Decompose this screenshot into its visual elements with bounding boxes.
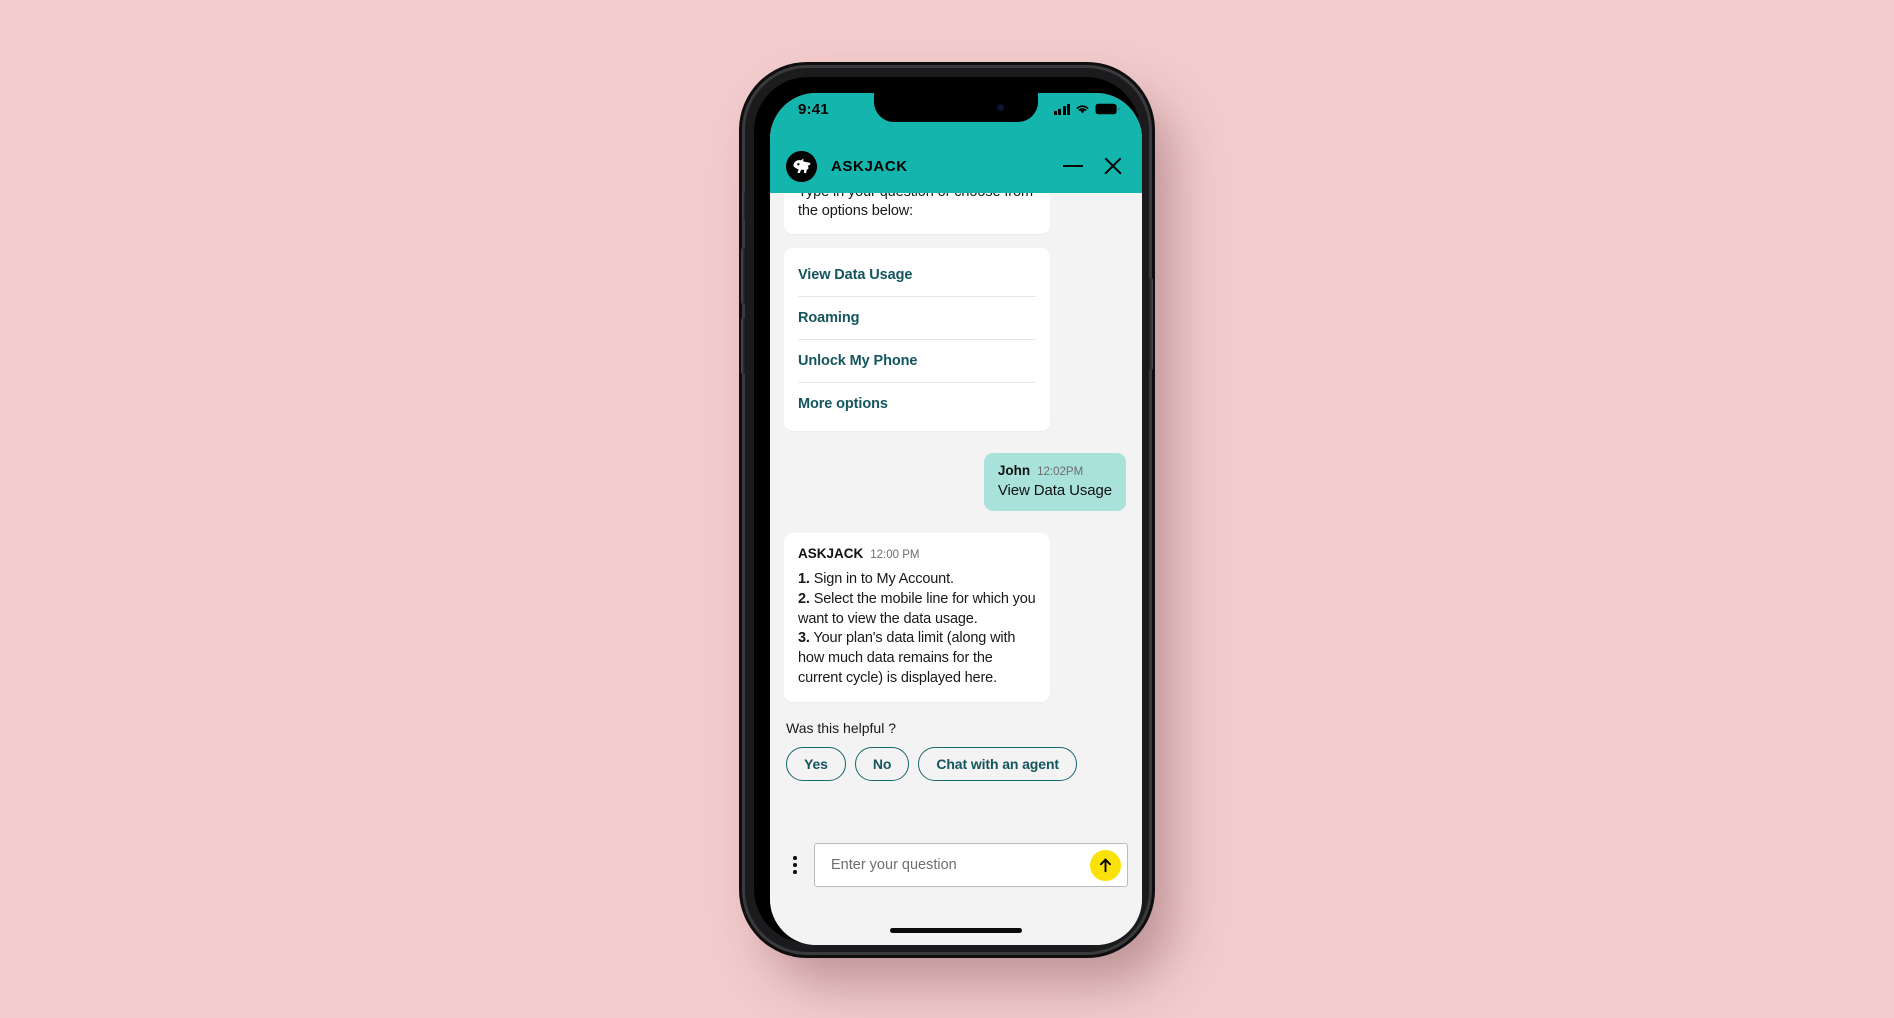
chat-with-agent-button[interactable]: Chat with an agent bbox=[918, 746, 1077, 781]
step-3-number: 3. bbox=[798, 630, 810, 647]
minimize-icon[interactable] bbox=[1060, 153, 1086, 179]
signal-bars-icon bbox=[1053, 103, 1070, 115]
chat-title: ASKJACK bbox=[831, 157, 908, 175]
bot-intro-text: Type in your question or choose from the… bbox=[798, 193, 1033, 220]
step-3-text: Your plan's data limit (along with how m… bbox=[798, 630, 1016, 686]
option-unlock-my-phone[interactable]: Unlock My Phone bbox=[798, 340, 1036, 384]
step-2-number: 2. bbox=[798, 590, 810, 607]
battery-icon bbox=[1095, 103, 1120, 115]
volume-up-button[interactable] bbox=[741, 248, 746, 304]
feedback-button-group: Yes No Chat with an agent bbox=[784, 746, 1128, 781]
front-camera-icon bbox=[997, 104, 1004, 111]
wifi-icon bbox=[1076, 105, 1089, 114]
mute-switch-button[interactable] bbox=[742, 192, 746, 220]
user-message-time: 12:02PM bbox=[1037, 466, 1084, 479]
send-button[interactable] bbox=[1090, 849, 1121, 881]
close-icon[interactable] bbox=[1100, 153, 1126, 179]
question-input-wrapper[interactable] bbox=[814, 843, 1128, 887]
feedback-no-button[interactable]: No bbox=[854, 746, 910, 781]
vertical-dots-icon[interactable] bbox=[784, 849, 806, 881]
bot-answer-steps: 1. Sign in to My Account. 2. Select the … bbox=[798, 570, 1036, 688]
user-message-author: John bbox=[997, 463, 1031, 479]
volume-down-button[interactable] bbox=[741, 318, 746, 374]
phone-device-frame: 9:41 ASKJACK the options below: View Dat… bbox=[741, 68, 1153, 952]
feedback-yes-button[interactable]: Yes bbox=[786, 746, 846, 781]
home-indicator bbox=[890, 928, 1022, 933]
step-1-text: Sign in to My Account. bbox=[813, 571, 954, 588]
step-2-text: Select the mobile line for which you wan… bbox=[798, 590, 1036, 627]
user-message-bubble: John 12:02PM View Data Usage bbox=[983, 453, 1126, 512]
quick-options-card: View Data Usage Roaming Unlock My Phone … bbox=[784, 248, 1050, 432]
phone-bezel: 9:41 ASKJACK the options below: View Dat… bbox=[754, 77, 1142, 945]
bot-answer-bubble: ASKJACK 12:00 PM 1. Sign in to My Accoun… bbox=[784, 533, 1050, 702]
askjack-dog-logo-icon bbox=[786, 150, 817, 182]
bot-message-author: ASKJACK bbox=[798, 546, 864, 562]
user-message-row: John 12:02PM View Data Usage bbox=[784, 453, 1128, 512]
status-bar-time: 9:41 bbox=[798, 101, 829, 118]
user-message-text: View Data Usage bbox=[997, 482, 1112, 500]
option-more-options[interactable]: More options bbox=[798, 383, 1036, 425]
message-composer bbox=[770, 827, 1142, 945]
user-message-meta: John 12:02PM bbox=[998, 463, 1112, 478]
option-roaming[interactable]: Roaming bbox=[798, 297, 1036, 341]
option-view-data-usage[interactable]: View Data Usage bbox=[798, 254, 1036, 298]
question-input[interactable] bbox=[829, 856, 1090, 874]
chat-header: ASKJACK bbox=[770, 139, 1142, 193]
conversation-scroll-area[interactable]: Type in your question or choose from the… bbox=[770, 193, 1142, 827]
bot-message-time: 12:00 PM bbox=[870, 549, 920, 562]
bot-message-meta: ASKJACK 12:00 PM bbox=[798, 546, 1036, 561]
phone-screen: 9:41 ASKJACK the options below: View Dat… bbox=[770, 93, 1142, 945]
phone-notch bbox=[874, 93, 1038, 122]
step-1-number: 1. bbox=[798, 571, 810, 588]
status-bar-icons bbox=[1053, 103, 1121, 115]
composer-row bbox=[784, 843, 1128, 887]
arrow-up-icon bbox=[1099, 858, 1112, 872]
bot-intro-bubble: Type in your question or choose from the… bbox=[784, 193, 1050, 235]
feedback-prompt: Was this helpful ? bbox=[786, 719, 896, 736]
power-button[interactable] bbox=[1148, 278, 1153, 370]
